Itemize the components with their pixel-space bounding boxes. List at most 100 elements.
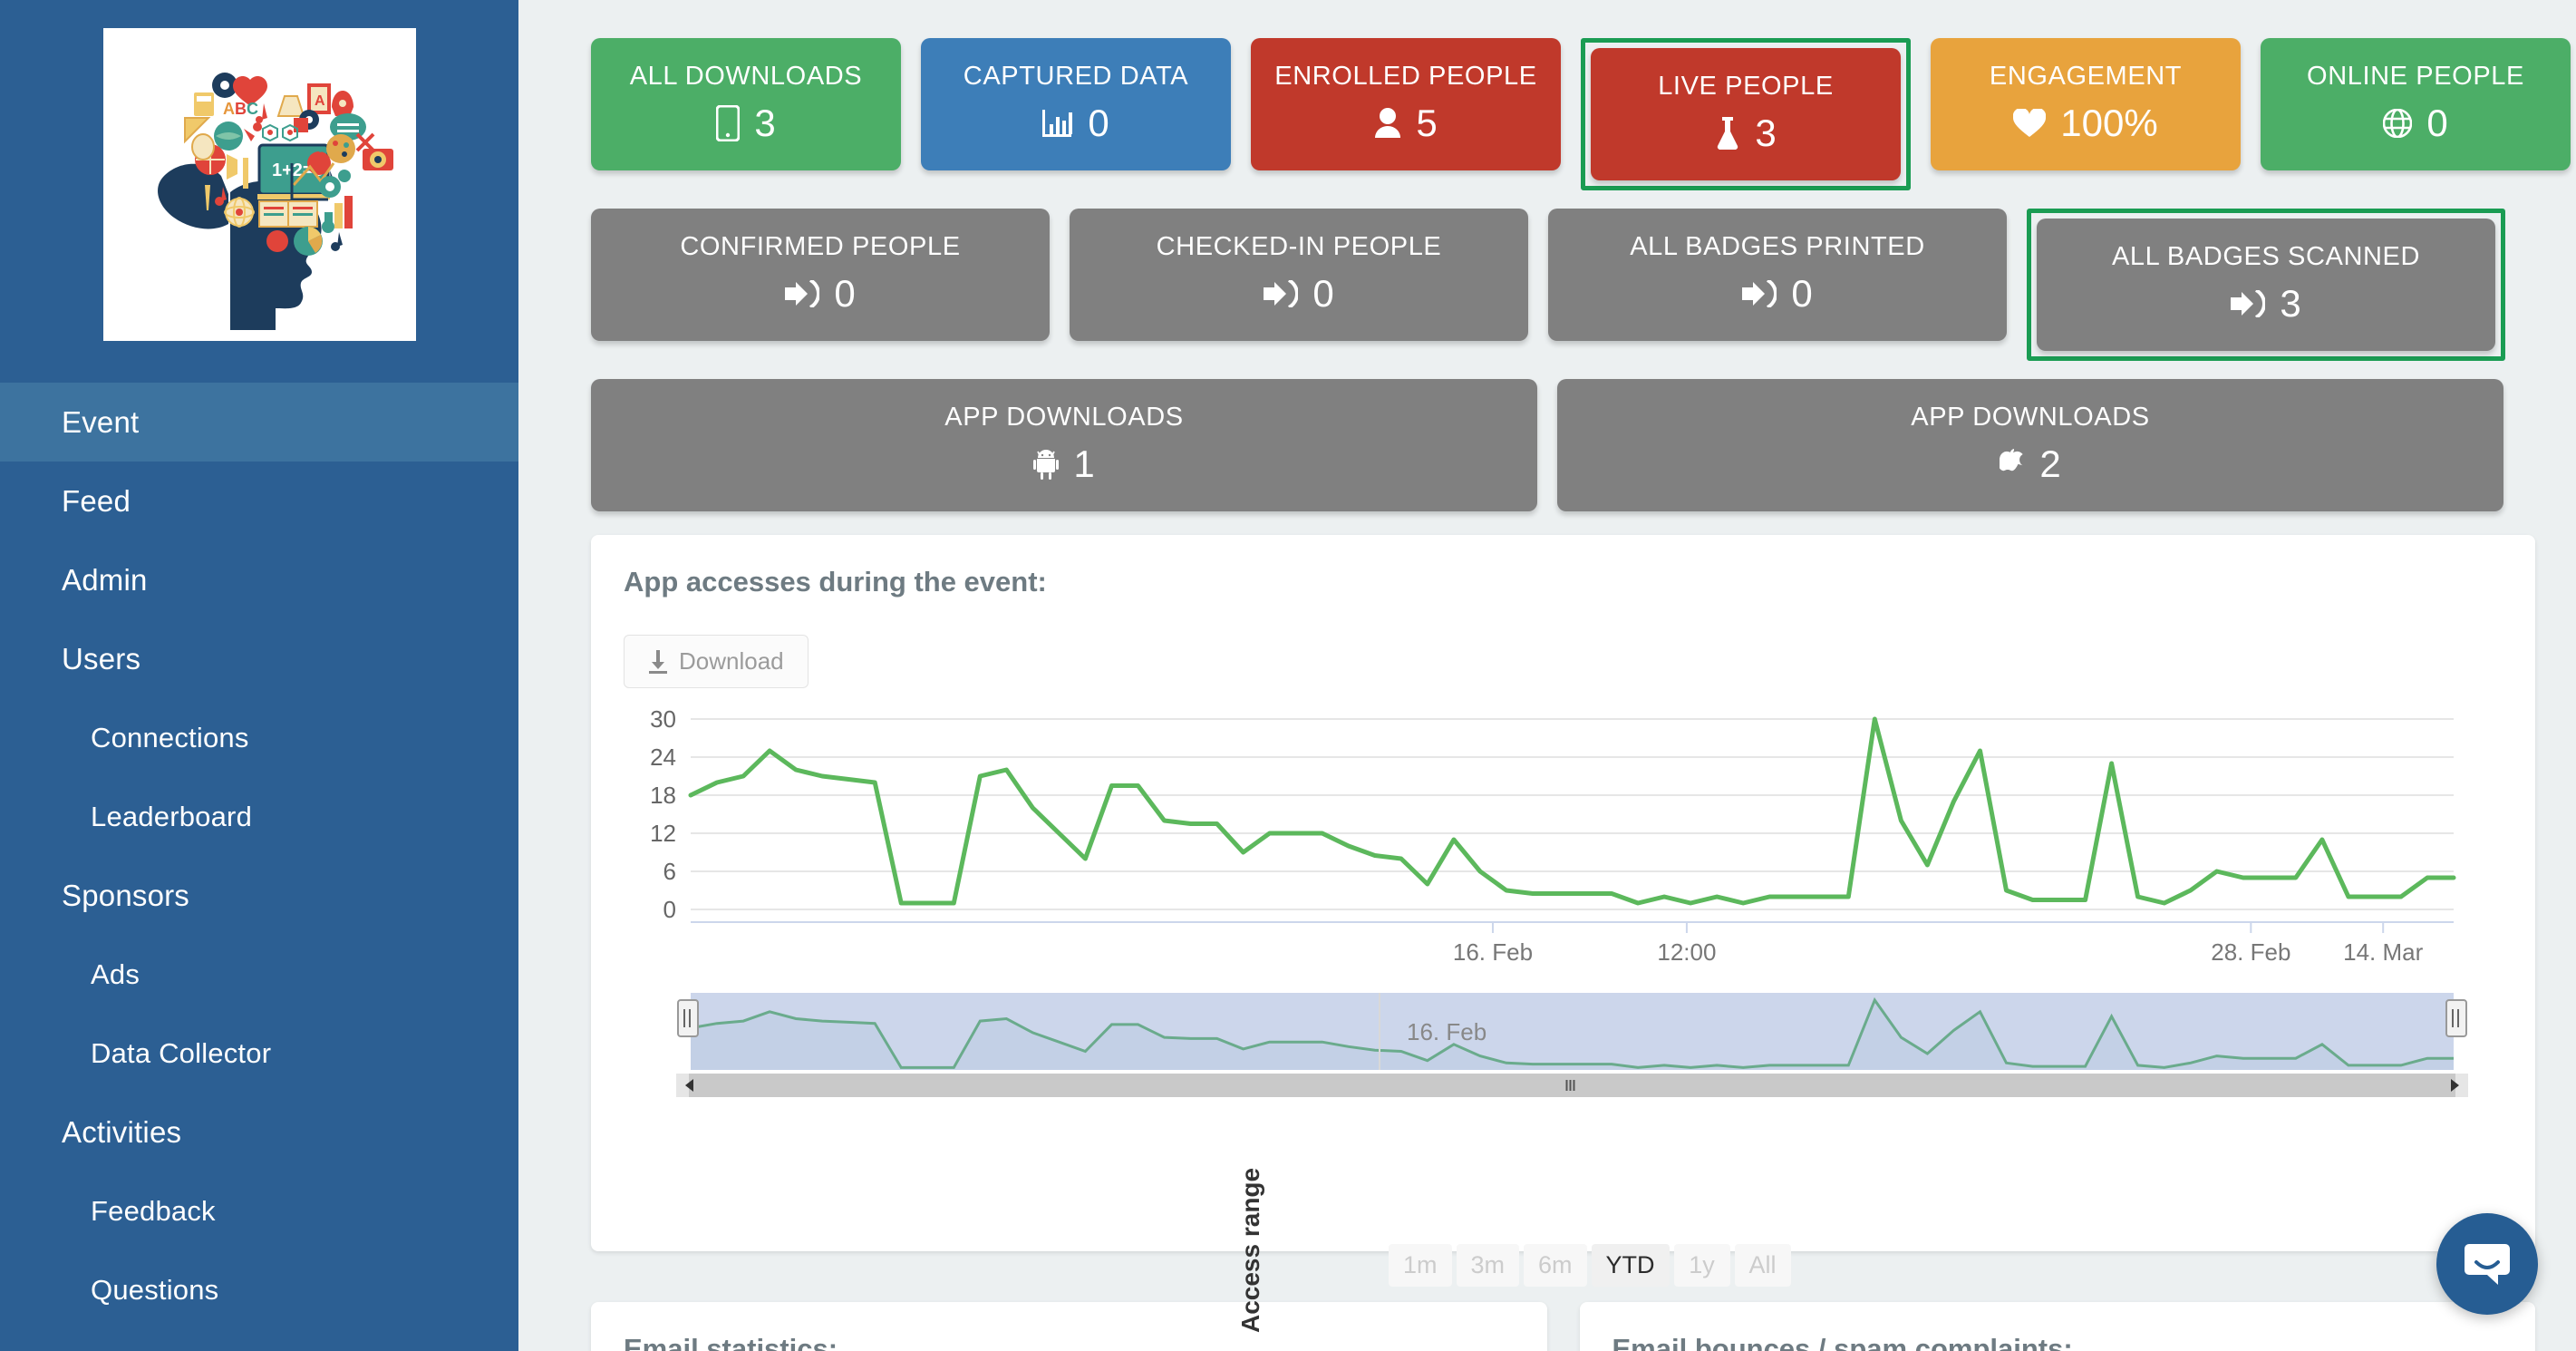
android-icon — [1033, 449, 1060, 480]
sidebar-item-label: Event — [62, 404, 140, 439]
kpi-value-row: 1 — [1033, 442, 1095, 485]
kpi-card[interactable]: LIVE PEOPLE 3 — [1591, 48, 1901, 180]
kpi-card-highlight-wrapper: LIVE PEOPLE 3 — [1581, 38, 1911, 190]
kpi-card-wrapper: ALL DOWNLOADS 3 — [591, 38, 901, 190]
sidebar-item-feed[interactable]: Feed — [0, 462, 518, 540]
sidebar-item-activities[interactable]: Activities — [0, 1093, 518, 1171]
heart-icon — [2013, 108, 2047, 138]
kpi-card-wrapper: ONLINE PEOPLE 0 — [2261, 38, 2571, 190]
download-button[interactable]: Download — [624, 635, 809, 688]
main-content: ALL DOWNLOADS 3 CAPTURED DATA 0 ENROLLED PEO… — [518, 0, 2576, 1351]
kpi-card[interactable]: CAPTURED DATA 0 — [921, 38, 1231, 170]
sidebar-item-questions[interactable]: Questions — [0, 1250, 518, 1329]
kpi-card-title: CHECKED-IN PEOPLE — [1156, 232, 1442, 262]
kpi-card-value: 0 — [1088, 101, 1109, 144]
kpi-card-wrapper: CAPTURED DATA 0 — [921, 38, 1231, 190]
sidebar-item-users[interactable]: Users — [0, 619, 518, 698]
chart-x-tick-label: 16. Feb — [1453, 938, 1533, 966]
kpi-card-value: 3 — [1755, 111, 1777, 154]
kpi-card-title: ALL DOWNLOADS — [629, 62, 863, 92]
kpi-card-title: CONFIRMED PEOPLE — [680, 232, 961, 262]
kpi-card[interactable]: ALL BADGES SCANNED 3 — [2037, 219, 2495, 351]
kpi-card[interactable]: ENGAGEMENT 100% — [1931, 38, 2241, 170]
app-accesses-chart-panel: App accesses during the event: Download … — [591, 535, 2535, 1333]
chat-bubble-icon — [2462, 1239, 2513, 1289]
kpi-value-row: 2 — [2000, 444, 2061, 483]
kpi-card-highlight-wrapper: ALL BADGES SCANNED 3 — [2027, 209, 2505, 361]
kpi-card[interactable]: CONFIRMED PEOPLE 0 — [591, 209, 1050, 341]
navigator-right-handle[interactable] — [2445, 999, 2467, 1037]
kpi-card-title: ALL BADGES SCANNED — [2111, 242, 2421, 272]
sidebar-item-event[interactable]: Event — [0, 383, 518, 462]
kpi-card[interactable]: ALL BADGES PRINTED 0 — [1548, 209, 2007, 341]
kpi-value-row: 0 — [1042, 101, 1109, 144]
chart-y-tick-label: 6 — [663, 858, 676, 885]
kpi-card-title: ONLINE PEOPLE — [2307, 62, 2524, 92]
kpi-value-row: 3 — [2231, 281, 2301, 325]
kpi-card-wrapper: ENROLLED PEOPLE 5 — [1251, 38, 1561, 190]
kpi-card-wrapper: APP DOWNLOADS 1 — [591, 379, 1537, 511]
kpi-value-row: 100% — [2013, 101, 2158, 144]
kpi-card[interactable]: ALL DOWNLOADS 3 — [591, 38, 901, 170]
sign-in-icon — [1742, 279, 1777, 307]
kpi-value-row: 5 — [1374, 101, 1438, 144]
sidebar-item-ads[interactable]: Ads — [0, 935, 518, 1014]
line-chart: 0 6 12 18 24 30 16. Feb 12:00 28. Feb 14. Mar 16. … — [650, 705, 2468, 1097]
kpi-card[interactable]: CHECKED-IN PEOPLE 0 — [1070, 209, 1528, 341]
kpi-card[interactable]: APP DOWNLOADS 1 — [591, 379, 1537, 511]
sidebar-item-admin[interactable]: Admin — [0, 540, 518, 619]
kpi-card-wrapper: CHECKED-IN PEOPLE 0 — [1070, 209, 1528, 361]
chart-scrollbar-thumb[interactable] — [689, 1074, 2455, 1097]
kpi-card[interactable]: ENROLLED PEOPLE 5 — [1251, 38, 1561, 170]
globe-icon — [2383, 108, 2413, 138]
mobile-phone-icon — [716, 104, 741, 141]
sidebar-item-label: Connections — [91, 721, 249, 753]
kpi-card-title: APP DOWNLOADS — [944, 403, 1184, 433]
kpi-card-value: 1 — [1073, 442, 1095, 485]
svg-text:A: A — [315, 93, 325, 109]
chart-x-tick-label: 14. Mar — [2343, 938, 2423, 966]
chart-area: 0 6 12 18 24 30 16. Feb 12:00 28. Feb 14. Mar 16. … — [591, 703, 2535, 1138]
kpi-card-value: 3 — [754, 101, 776, 144]
kpi-card-wrapper: ALL BADGES PRINTED 0 — [1548, 209, 2007, 361]
kpi-card[interactable]: ONLINE PEOPLE 0 — [2261, 38, 2571, 170]
bar-chart-icon — [1042, 108, 1073, 139]
chart-x-tick-label: 28. Feb — [2211, 938, 2290, 966]
sidebar-item-label: Feed — [62, 483, 131, 518]
sidebar-item-label: Questions — [91, 1273, 219, 1306]
chart-y-tick-label: 24 — [650, 744, 676, 771]
email-statistics-panel: Email statistics: — [591, 1302, 1547, 1351]
chat-launcher-button[interactable] — [2436, 1213, 2538, 1315]
kpi-row-2: CONFIRMED PEOPLE 0 CHECKED-IN PEOPLE 0 ALL B… — [591, 209, 2535, 361]
download-button-label: Download — [679, 647, 784, 675]
sidebar-item-feedback[interactable]: Feedback — [0, 1171, 518, 1250]
kpi-value-row: 0 — [2383, 101, 2448, 144]
kpi-card-value: 0 — [1791, 271, 1813, 315]
chart-navigator-label: 16. Feb — [1407, 1018, 1487, 1045]
kpi-card[interactable]: APP DOWNLOADS 2 — [1557, 379, 2503, 511]
sidebar-item-sponsors[interactable]: Sponsors — [0, 856, 518, 935]
sidebar-item-data-collector[interactable]: Data Collector — [0, 1014, 518, 1093]
kpi-value-row: 0 — [1742, 271, 1813, 315]
kpi-card-value: 0 — [834, 271, 856, 315]
kpi-card-value: 5 — [1416, 101, 1438, 144]
kpi-card-title: ALL BADGES PRINTED — [1630, 232, 1925, 262]
kpi-card-value: 0 — [2426, 101, 2448, 144]
chart-x-tick-label: 12:00 — [1657, 938, 1716, 966]
sign-in-icon — [1264, 279, 1299, 307]
sidebar: A B C A 1+2=3 Event Feed Admin Users Con… — [0, 0, 518, 1351]
sidebar-item-connections[interactable]: Connections — [0, 698, 518, 777]
download-arrow-icon — [648, 649, 668, 674]
kpi-card-title: LIVE PEOPLE — [1658, 72, 1834, 102]
navigator-left-handle[interactable] — [677, 999, 699, 1037]
sidebar-logo-container: A B C A 1+2=3 — [0, 0, 518, 341]
kpi-card-value: 3 — [2280, 281, 2301, 325]
kpi-card-value: 0 — [1312, 271, 1334, 315]
chart-navigator-background[interactable] — [691, 993, 2454, 1070]
svg-text:C: C — [247, 100, 258, 118]
sidebar-item-leaderboard[interactable]: Leaderboard — [0, 777, 518, 856]
chart-y-tick-label: 30 — [650, 705, 676, 733]
apple-icon — [2000, 448, 2025, 480]
sign-in-icon — [785, 279, 820, 307]
kpi-card-value: 100% — [2060, 101, 2158, 144]
